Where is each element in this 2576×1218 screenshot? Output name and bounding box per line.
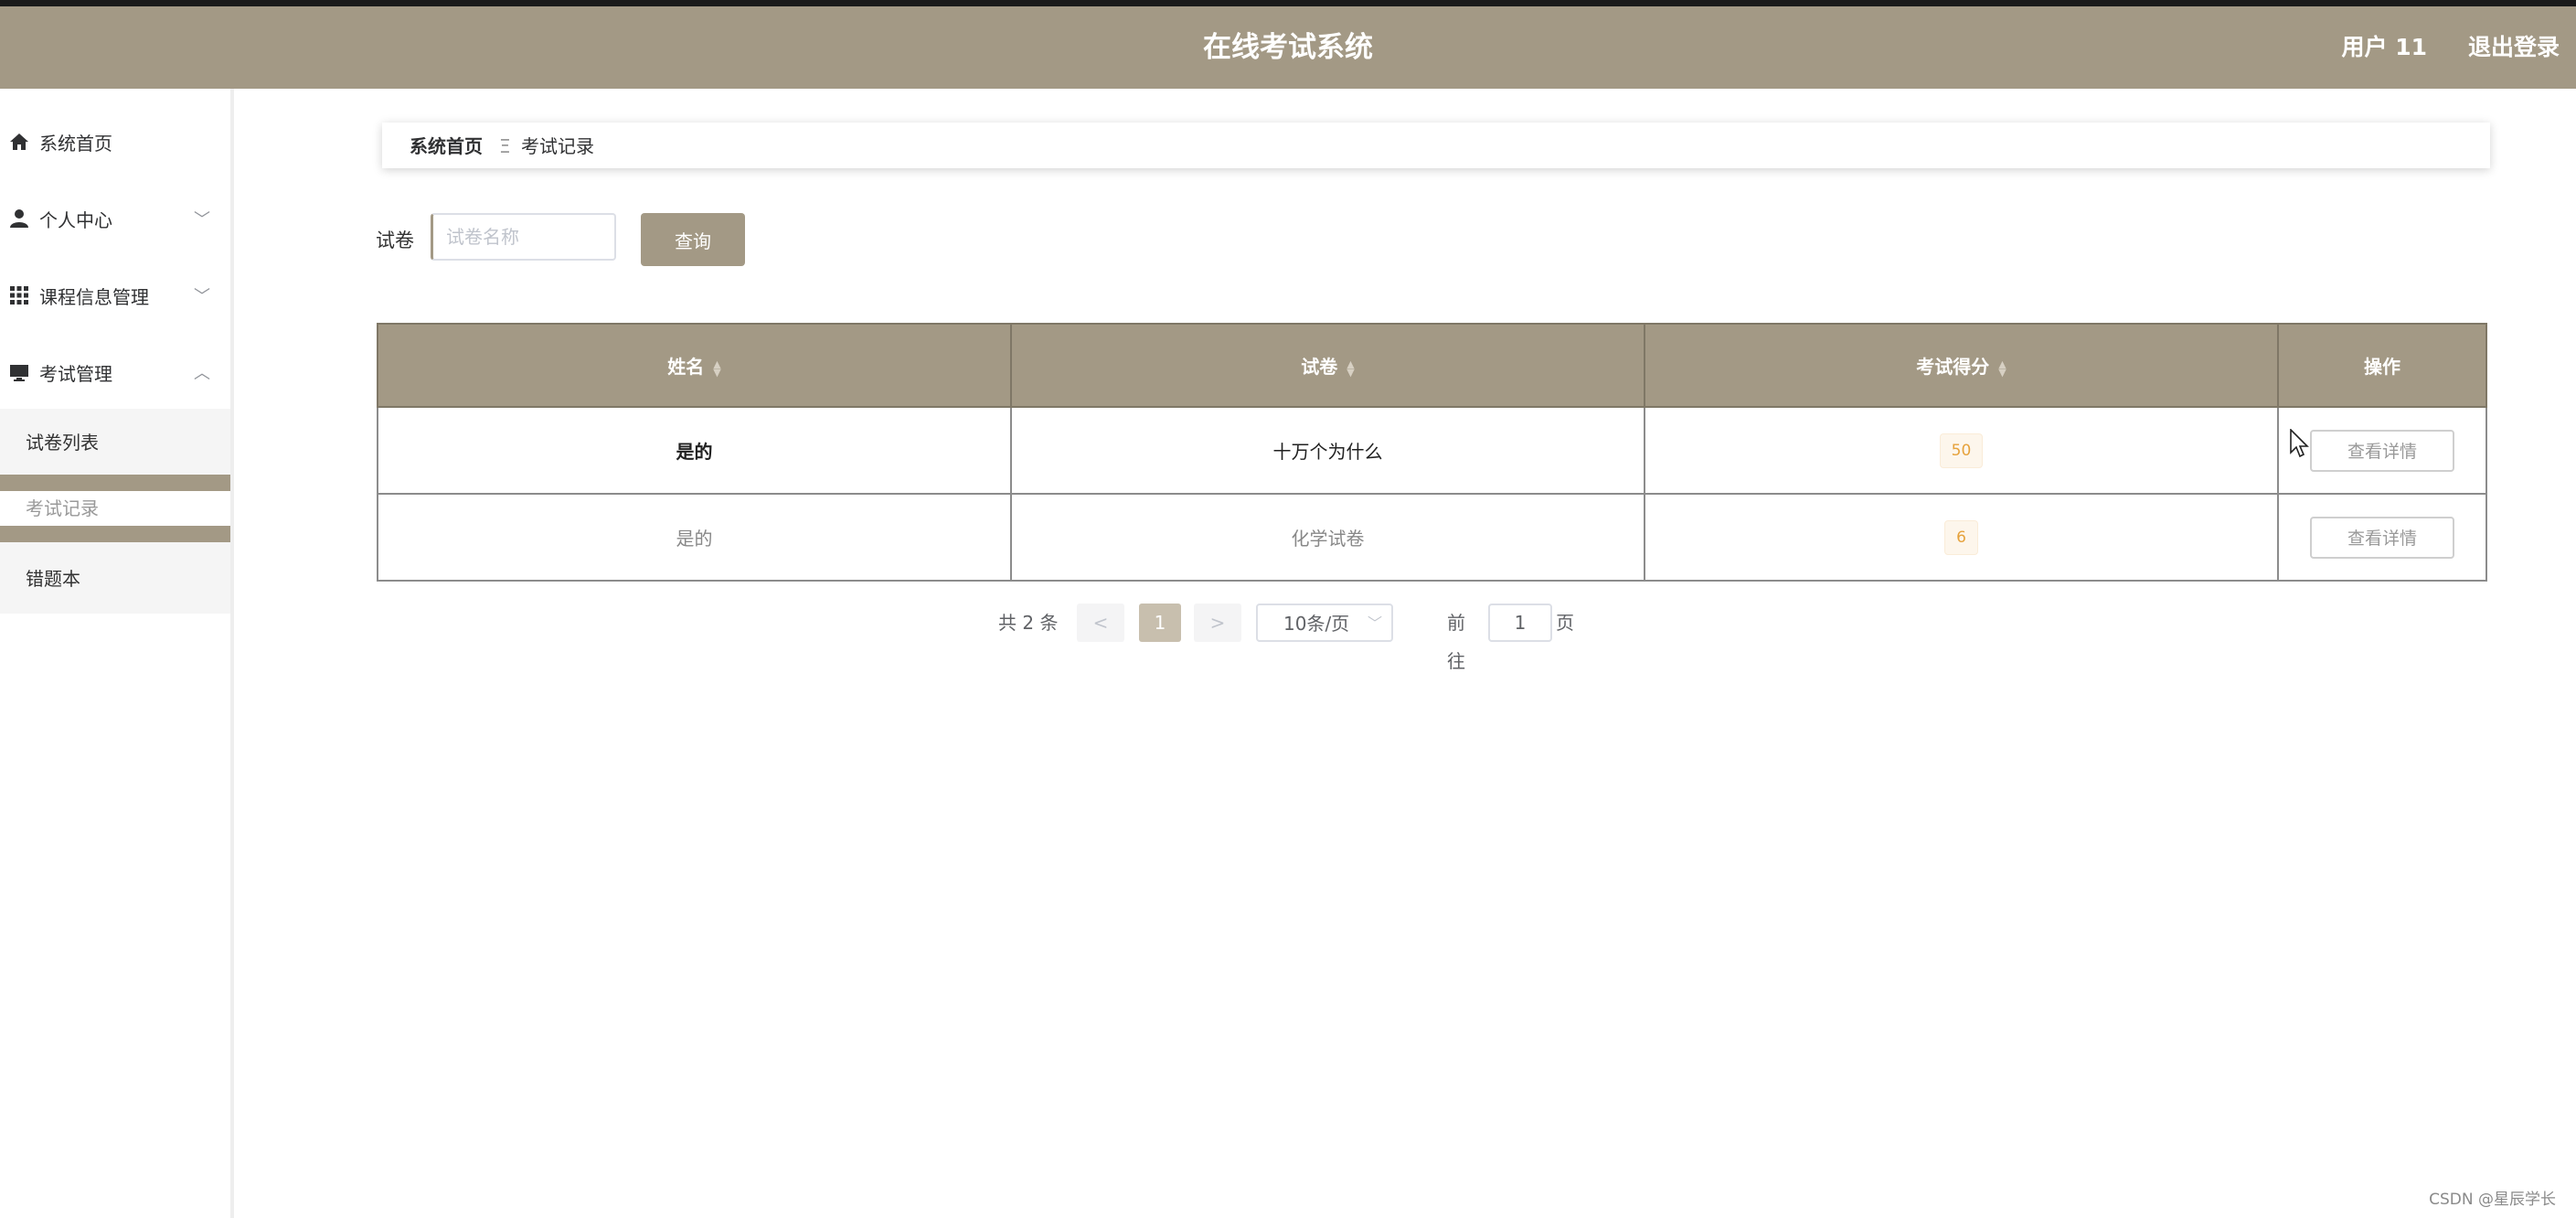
user-name[interactable]: 用户 11	[2342, 6, 2428, 89]
page-size-select[interactable]: 10条/页 ﹀	[1256, 604, 1393, 642]
table-header-row: 姓名 ▲ ▼ 试卷 ▲ ▼ 考试得分 ▲ ▼ 操作	[377, 323, 2487, 408]
prev-page-button[interactable]: <	[1077, 604, 1124, 642]
breadcrumb-home[interactable]: 系统首页	[410, 123, 483, 170]
sort-icon[interactable]: ▲ ▼	[1347, 359, 1354, 378]
breadcrumb-separator: Ξ	[499, 135, 511, 157]
goto-label: 前往	[1447, 612, 1465, 672]
cell-paper: 化学试卷	[1010, 493, 1645, 582]
column-header-label: 考试得分	[1916, 356, 1990, 378]
goto-page-input[interactable]	[1488, 604, 1552, 642]
top-strip	[0, 0, 2576, 6]
sort-icon[interactable]: ▲ ▼	[713, 359, 720, 378]
sidebar-item-personal[interactable]: 个人中心 ﹀	[0, 180, 230, 257]
chevron-down-icon: ﹀	[1367, 614, 1382, 632]
table-row: 是的 化学试卷 6 查看详情	[377, 493, 2487, 582]
chevron-down-icon: ﹀	[194, 287, 210, 306]
submenu-label: 考试记录	[26, 497, 99, 519]
sidebar-item-label: 考试管理	[39, 362, 112, 385]
submenu-label: 错题本	[26, 568, 80, 590]
goto-suffix: 页	[1556, 612, 1574, 634]
cell-name: 是的	[377, 406, 1012, 495]
chevron-up-icon: ︿	[194, 364, 210, 383]
exam-submenu: 试卷列表 考试记录 错题本	[0, 409, 230, 614]
page-size-value: 10条/页	[1283, 613, 1350, 635]
watermark: CSDN @星辰学长	[2429, 1191, 2556, 1209]
search-label: 试卷	[376, 230, 414, 251]
user-icon	[10, 209, 28, 228]
pagination-total: 共 2 条	[998, 612, 1059, 634]
sort-icon[interactable]: ▲ ▼	[1998, 359, 2006, 378]
view-detail-button[interactable]: 查看详情	[2310, 516, 2454, 559]
logout-link[interactable]: 退出登录	[2468, 6, 2560, 89]
page-number-current[interactable]: 1	[1139, 604, 1181, 642]
submenu-label: 试卷列表	[26, 432, 99, 454]
column-header-name[interactable]: 姓名 ▲ ▼	[377, 323, 1012, 408]
column-header-label: 试卷	[1301, 356, 1338, 378]
exam-record-table: 姓名 ▲ ▼ 试卷 ▲ ▼ 考试得分 ▲ ▼ 操作 是的 十万个为什么 50 查看详情 是的…	[377, 323, 2487, 582]
app-header: 在线考试系统 用户 11 退出登录	[0, 6, 2576, 89]
cell-score: 50	[1644, 406, 2279, 495]
search-button[interactable]: 查询	[641, 213, 745, 266]
chevron-down-icon: ﹀	[194, 210, 210, 230]
column-header-action: 操作	[2277, 323, 2487, 408]
column-header-paper[interactable]: 试卷 ▲ ▼	[1010, 323, 1645, 408]
sidebar-item-home[interactable]: 系统首页	[0, 103, 230, 180]
submenu-wrong-book[interactable]: 错题本	[0, 545, 230, 614]
paper-name-input[interactable]	[431, 213, 616, 261]
view-detail-button[interactable]: 查看详情	[2310, 429, 2454, 472]
score-tag: 50	[1939, 433, 1984, 468]
breadcrumb: 系统首页 Ξ 考试记录	[382, 123, 2490, 168]
mouse-cursor-icon	[2290, 429, 2309, 458]
cell-score: 6	[1644, 493, 2279, 582]
sidebar-item-exam[interactable]: 考试管理 ︿	[0, 334, 230, 411]
cell-paper: 十万个为什么	[1010, 406, 1645, 495]
submenu-paper-list[interactable]: 试卷列表	[0, 409, 230, 477]
sidebar-item-label: 课程信息管理	[39, 285, 149, 308]
submenu-exam-records[interactable]: 考试记录	[0, 475, 230, 542]
sidebar: 系统首页 个人中心 ﹀ 课程信息管理 ﹀ 考试管理 ︿ 试卷列表 考试记录 错题…	[0, 89, 234, 1218]
table-row: 是的 十万个为什么 50 查看详情	[377, 406, 2487, 495]
sidebar-item-course[interactable]: 课程信息管理 ﹀	[0, 257, 230, 334]
column-header-score[interactable]: 考试得分 ▲ ▼	[1644, 323, 2279, 408]
breadcrumb-current: 考试记录	[521, 135, 594, 157]
column-header-label: 操作	[2364, 356, 2400, 378]
score-tag: 6	[1944, 519, 1978, 555]
sidebar-item-label: 个人中心	[39, 208, 112, 231]
next-page-button[interactable]: >	[1194, 604, 1241, 642]
home-icon	[10, 134, 28, 150]
cell-name: 是的	[377, 493, 1012, 582]
column-header-label: 姓名	[667, 356, 705, 378]
sidebar-item-label: 系统首页	[39, 132, 112, 155]
grid-icon	[10, 286, 28, 304]
app-title: 在线考试系统	[1203, 31, 1373, 64]
cell-action: 查看详情	[2277, 493, 2487, 582]
monitor-icon	[10, 365, 28, 381]
